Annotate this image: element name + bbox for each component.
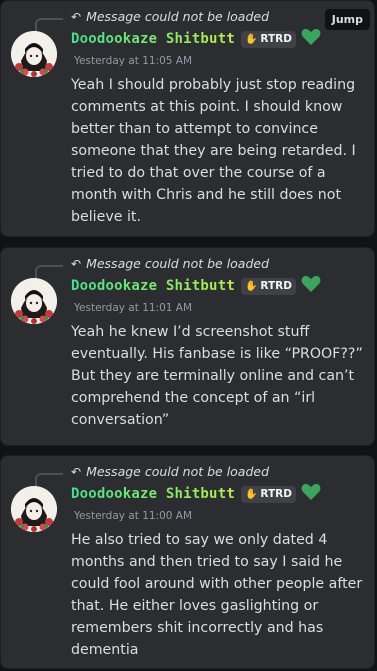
reply-text: Message could not be loaded <box>86 464 270 479</box>
raised-hand-icon: ✋ <box>244 280 258 292</box>
green-heart-icon <box>301 28 321 50</box>
reply-arrow-icon: ↶ <box>71 10 82 24</box>
reply-text: Message could not be loaded <box>86 256 270 271</box>
guild-tag[interactable]: ✋ RTRD <box>240 30 296 48</box>
guild-tag[interactable]: ✋ RTRD <box>240 485 296 503</box>
raised-hand-icon: ✋ <box>244 488 258 500</box>
message-content: Yeah he knew I’d screenshot stuff eventu… <box>71 324 363 428</box>
timestamp: Yesterday at 11:05 AM <box>74 55 193 67</box>
green-heart-icon <box>301 483 321 505</box>
reply-arrow-icon: ↶ <box>71 465 82 479</box>
guild-tag-label: RTRD <box>260 33 292 45</box>
message-content: Yeah I should probably just stop reading… <box>71 77 356 225</box>
username[interactable]: Doodookaze Shitbutt <box>71 278 235 294</box>
green-heart-icon <box>301 275 321 297</box>
reply-text: Message could not be loaded <box>86 9 270 24</box>
avatar[interactable] <box>11 486 57 532</box>
guild-tag-label: RTRD <box>260 488 292 500</box>
reply-reference[interactable]: ↶ Message could not be loaded <box>71 464 269 479</box>
reply-reference[interactable]: ↶ Message could not be loaded <box>71 9 269 24</box>
username[interactable]: Doodookaze Shitbutt <box>71 486 235 502</box>
reply-reference[interactable]: ↶ Message could not be loaded <box>71 256 269 271</box>
timestamp: Yesterday at 11:01 AM <box>74 302 193 314</box>
message-card[interactable]: ↶ Message could not be loaded Doodookaze … <box>0 0 375 237</box>
reply-connector <box>35 473 63 487</box>
jump-button[interactable]: Jump <box>324 9 370 30</box>
avatar[interactable] <box>11 278 57 324</box>
reply-arrow-icon: ↶ <box>71 257 82 271</box>
message-content: He also tried to say we only dated 4 mon… <box>71 532 363 658</box>
username[interactable]: Doodookaze Shitbutt <box>71 31 235 47</box>
message-card[interactable]: ↶ Message could not be loaded Doodookaze … <box>0 247 375 446</box>
raised-hand-icon: ✋ <box>244 33 258 45</box>
reply-connector <box>35 18 63 32</box>
guild-tag[interactable]: ✋ RTRD <box>240 277 296 295</box>
reply-connector <box>35 265 63 279</box>
avatar[interactable] <box>11 31 57 77</box>
timestamp: Yesterday at 11:00 AM <box>74 510 193 522</box>
message-card[interactable]: ↶ Message could not be loaded Doodookaze … <box>0 455 375 669</box>
guild-tag-label: RTRD <box>260 280 292 292</box>
